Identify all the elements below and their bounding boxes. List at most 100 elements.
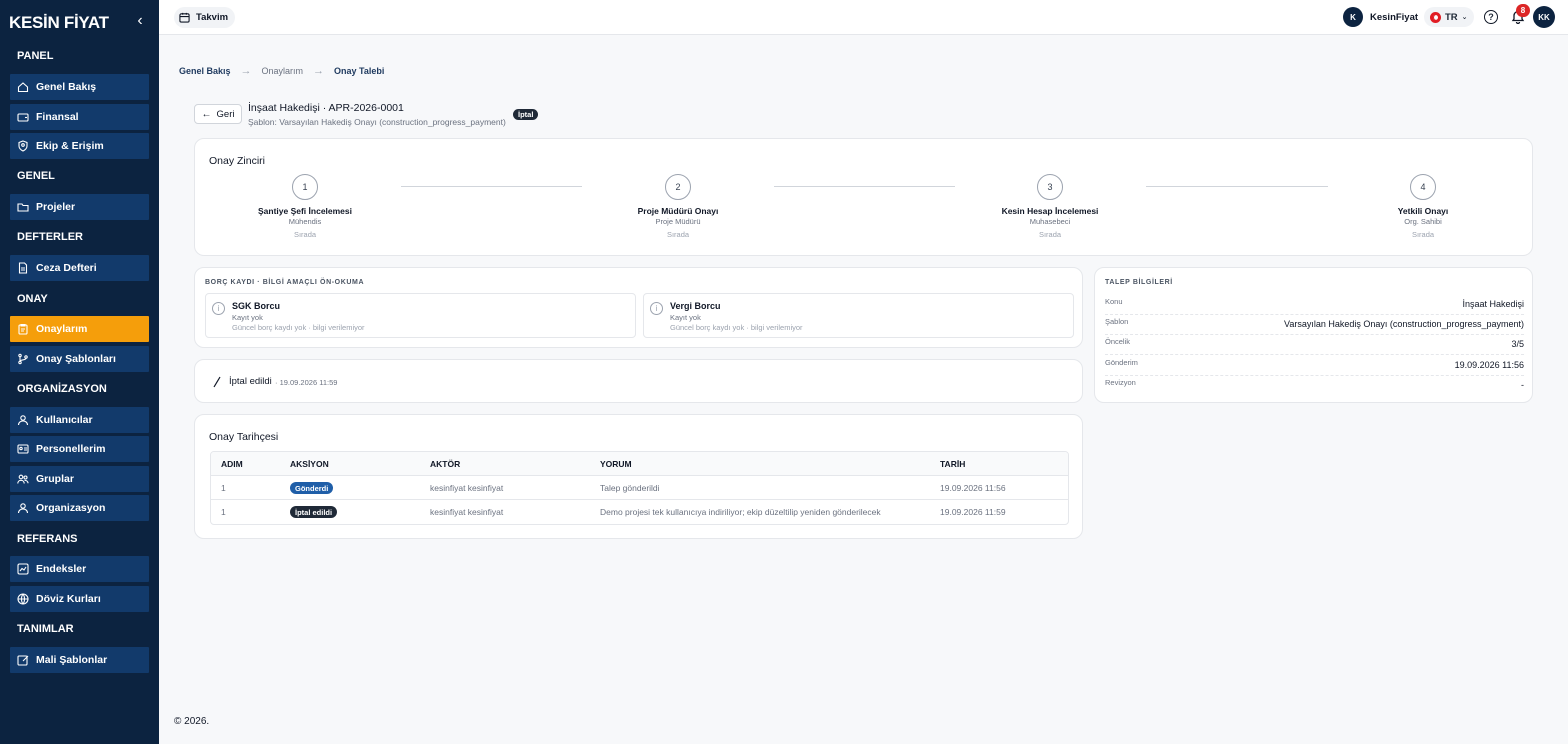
document-icon	[17, 262, 29, 274]
approval-chain-card: Onay Zinciri 1 Şantiye Şefi İncelemesi Müh…	[194, 138, 1533, 256]
action-badge: İptal edildi	[290, 506, 338, 518]
user-avatar[interactable]: KK	[1533, 6, 1555, 28]
globe-icon	[17, 593, 29, 605]
table-header-row: ADIM AKSİYON AKTÖR YORUM TARİH	[211, 452, 1068, 476]
step-status: Sırada	[1038, 230, 1062, 239]
column-header-comment[interactable]: YORUM	[600, 452, 632, 476]
sidebar-item-label: Personellerim	[36, 443, 106, 455]
cell-actor: kesinfiyat kesinfiyat	[430, 507, 504, 517]
sidebar-section-panel: PANEL	[17, 50, 54, 62]
cell-action: İptal edildi	[290, 500, 338, 524]
calendar-button[interactable]: Takvim	[174, 7, 236, 28]
cancellation-card: İptal edildi · 19.09.2026 11:59	[194, 359, 1083, 403]
debt-name: SGK Borcu	[232, 301, 281, 311]
sidebar-item-mali-şablonlar[interactable]: Mali Şablonlar	[10, 647, 149, 673]
cell-comment: Demo projesi tek kullanıcıya indiriliyor…	[600, 507, 881, 517]
approval-chain-title: Onay Zinciri	[209, 155, 266, 167]
column-header-step[interactable]: ADIM	[221, 452, 243, 476]
breadcrumb-overview[interactable]: Genel Bakış	[179, 66, 231, 76]
language-selector[interactable]: TR ⌄	[1424, 7, 1474, 27]
sidebar-item-projeler[interactable]: Projeler	[10, 194, 149, 220]
debt-note: Güncel borç kaydı yok · bilgi verilemiyo…	[670, 323, 803, 332]
sidebar-item-onaylarım[interactable]: Onaylarım	[10, 316, 149, 342]
info-value: İnşaat Hakedişi	[1462, 299, 1524, 309]
sidebar-item-genel-bakış[interactable]: Genel Bakış	[10, 74, 149, 100]
cancellation-status: İptal edildi	[229, 376, 272, 387]
info-key: Revizyon	[1105, 377, 1136, 387]
wallet-icon	[17, 111, 29, 123]
column-header-action[interactable]: AKSİYON	[290, 452, 329, 476]
debt-status: Kayıt yok	[232, 313, 263, 322]
sidebar-item-organizasyon[interactable]: Organizasyon	[10, 495, 149, 521]
debt-section-label: BORÇ KAYDI · BİLGİ AMAÇLI ÖN-OKUMA	[205, 279, 365, 286]
action-badge: Gönderdi	[290, 482, 334, 494]
cell-step: 1	[221, 483, 226, 493]
info-value: -	[1521, 379, 1524, 390]
info-row: Şablon Varsayılan Hakediş Onayı (construc…	[1105, 315, 1524, 336]
sidebar-section-onay: ONAY	[17, 293, 48, 305]
info-icon: i	[212, 302, 225, 315]
step-connector	[1146, 186, 1328, 187]
back-button[interactable]: ← Geri	[194, 104, 242, 124]
app-logo[interactable]: KESİN FİYAT	[9, 11, 109, 35]
cell-comment: Talep gönderildi	[600, 483, 660, 493]
user-icon	[17, 414, 29, 426]
debt-status: Kayıt yok	[670, 313, 701, 322]
cell-actor: kesinfiyat kesinfiyat	[430, 483, 504, 493]
sidebar-item-label: Mali Şablonlar	[36, 654, 108, 666]
step-number: 2	[665, 174, 691, 200]
info-value: Varsayılan Hakediş Onayı (construction_p…	[1284, 319, 1524, 330]
info-value: 19.09.2026 11:56	[1454, 359, 1524, 370]
approval-step: 3 Kesin Hesap İncelemesi Muhasebeci Sırada	[970, 174, 1130, 239]
column-header-actor[interactable]: AKTÖR	[430, 452, 460, 476]
collapse-sidebar-icon[interactable]: ‹	[133, 12, 147, 30]
slash-icon	[213, 376, 221, 388]
debt-record-card: BORÇ KAYDI · BİLGİ AMAÇLI ÖN-OKUMA i SGK…	[194, 267, 1083, 348]
sidebar-item-finansal[interactable]: Finansal	[10, 104, 149, 130]
sidebar-item-label: Kullanıcılar	[36, 414, 93, 426]
org-avatar: K	[1343, 7, 1363, 27]
sidebar-item-onay-şablonları[interactable]: Onay Şablonları	[10, 346, 149, 372]
sidebar-item-label: Organizasyon	[36, 502, 106, 514]
step-connector	[401, 186, 582, 187]
help-icon[interactable]: ?	[1484, 10, 1498, 24]
arrow-right-icon: →	[240, 65, 252, 77]
notification-badge: 8	[1516, 4, 1530, 17]
sidebar-item-personellerim[interactable]: Personellerim	[10, 436, 149, 462]
sidebar-item-gruplar[interactable]: Gruplar	[10, 466, 149, 492]
folder-icon	[17, 201, 29, 213]
arrow-right-icon: →	[313, 65, 325, 77]
history-table: ADIM AKSİYON AKTÖR YORUM TARİH 1 Gönderdi…	[210, 451, 1069, 525]
info-key: Şablon	[1105, 317, 1129, 327]
step-role: Muhasebeci	[1029, 217, 1071, 226]
sidebar-item-label: Endeksler	[36, 563, 87, 575]
info-value: 3/5	[1511, 339, 1524, 350]
clipboard-icon	[17, 323, 29, 335]
info-row: Revizyon -	[1105, 376, 1524, 396]
sidebar-item-döviz-kurları[interactable]: Döviz Kurları	[10, 586, 149, 612]
sidebar-section-genel: GENEL	[17, 170, 55, 182]
sidebar-section-defterler: DEFTERLER	[17, 231, 83, 243]
debt-note: Güncel borç kaydı yok · bilgi verilemiyo…	[232, 323, 365, 332]
step-role: Org. Sahibi	[1404, 217, 1442, 226]
home-icon	[17, 81, 29, 93]
info-row: Öncelik 3/5	[1105, 335, 1524, 356]
cell-date: 19.09.2026 11:56	[940, 483, 1006, 493]
sidebar-item-label: Projeler	[36, 201, 76, 213]
calendar-label: Takvim	[196, 12, 229, 23]
cell-step: 1	[221, 507, 226, 517]
sidebar-item-ekip-erişim[interactable]: Ekip & Erişim	[10, 133, 149, 159]
sidebar-section-organi̇zasyon: ORGANİZASYON	[17, 383, 107, 395]
request-info-label: TALEP BİLGİLERİ	[1105, 279, 1173, 286]
sidebar-item-label: Ekip & Erişim	[36, 140, 104, 152]
organization-switcher[interactable]: K KesinFiyat	[1343, 6, 1418, 28]
arrow-left-icon: ←	[201, 108, 212, 120]
step-name: Proje Müdürü Onayı	[637, 206, 719, 216]
info-row: Gönderim 19.09.2026 11:56	[1105, 356, 1524, 376]
sidebar-item-kullanıcılar[interactable]: Kullanıcılar	[10, 407, 149, 433]
breadcrumb-approvals[interactable]: Onaylarım	[262, 66, 304, 76]
column-header-date[interactable]: TARİH	[940, 452, 965, 476]
sidebar-item-endeksler[interactable]: Endeksler	[10, 556, 149, 582]
sidebar-item-label: Ceza Defteri	[36, 262, 97, 274]
sidebar-item-ceza-defteri[interactable]: Ceza Defteri	[10, 255, 149, 281]
